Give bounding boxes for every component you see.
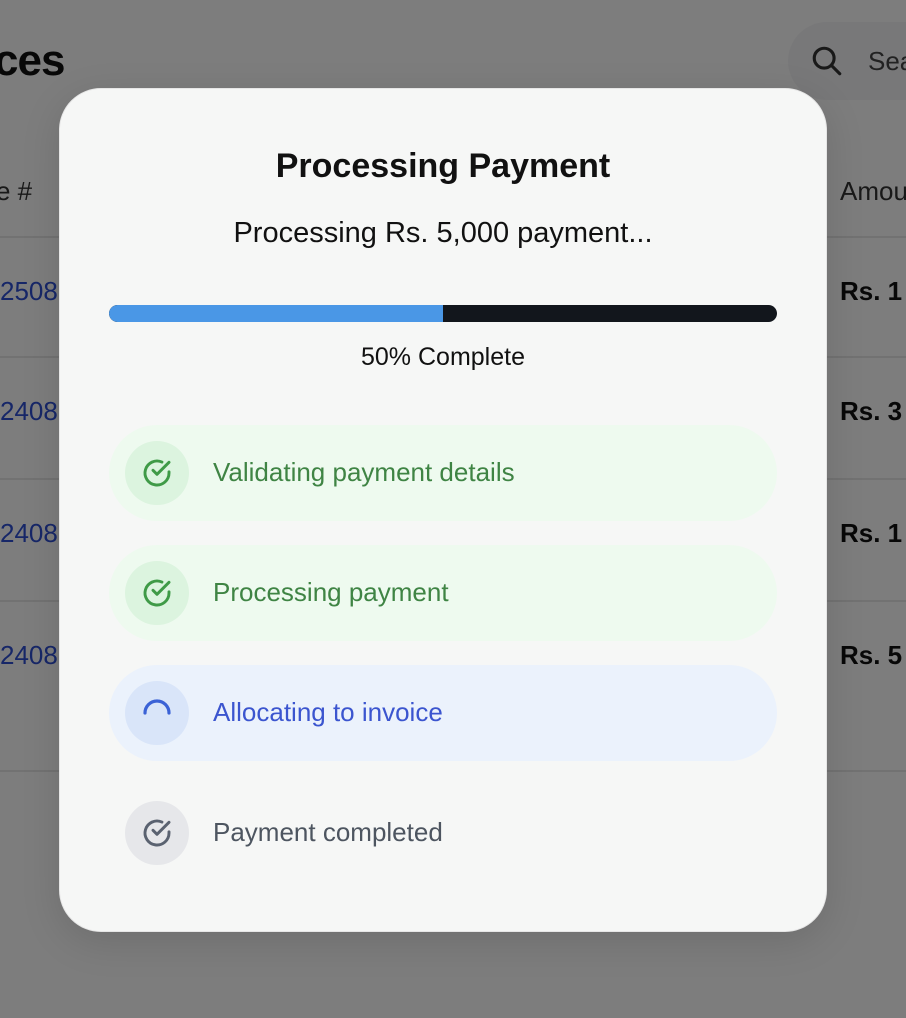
step-validating-payment-details: Validating payment details <box>109 425 777 521</box>
step-status-circle <box>125 681 189 745</box>
step-allocating-to-invoice: Allocating to invoice <box>109 665 777 761</box>
check-circle-icon <box>143 579 171 607</box>
modal-title: Processing Payment <box>275 147 611 185</box>
step-label: Allocating to invoice <box>213 697 443 727</box>
progress-bar-fill <box>109 305 443 322</box>
processing-payment-modal: Processing Payment Processing Rs. 5,000 … <box>59 88 827 932</box>
progress-bar <box>109 305 777 322</box>
step-status-circle <box>125 441 189 505</box>
step-label: Processing payment <box>213 577 449 607</box>
progress-label: 50% Complete <box>361 343 525 371</box>
step-label: Validating payment details <box>213 457 515 487</box>
step-status-circle <box>125 801 189 865</box>
step-processing-payment: Processing payment <box>109 545 777 641</box>
check-circle-icon <box>143 459 171 487</box>
step-status-circle <box>125 561 189 625</box>
check-circle-icon <box>143 819 171 847</box>
modal-subtitle: Processing Rs. 5,000 payment... <box>233 217 653 249</box>
spinner-icon <box>143 699 171 715</box>
step-payment-completed: Payment completed <box>109 785 777 881</box>
step-label: Payment completed <box>213 817 443 847</box>
